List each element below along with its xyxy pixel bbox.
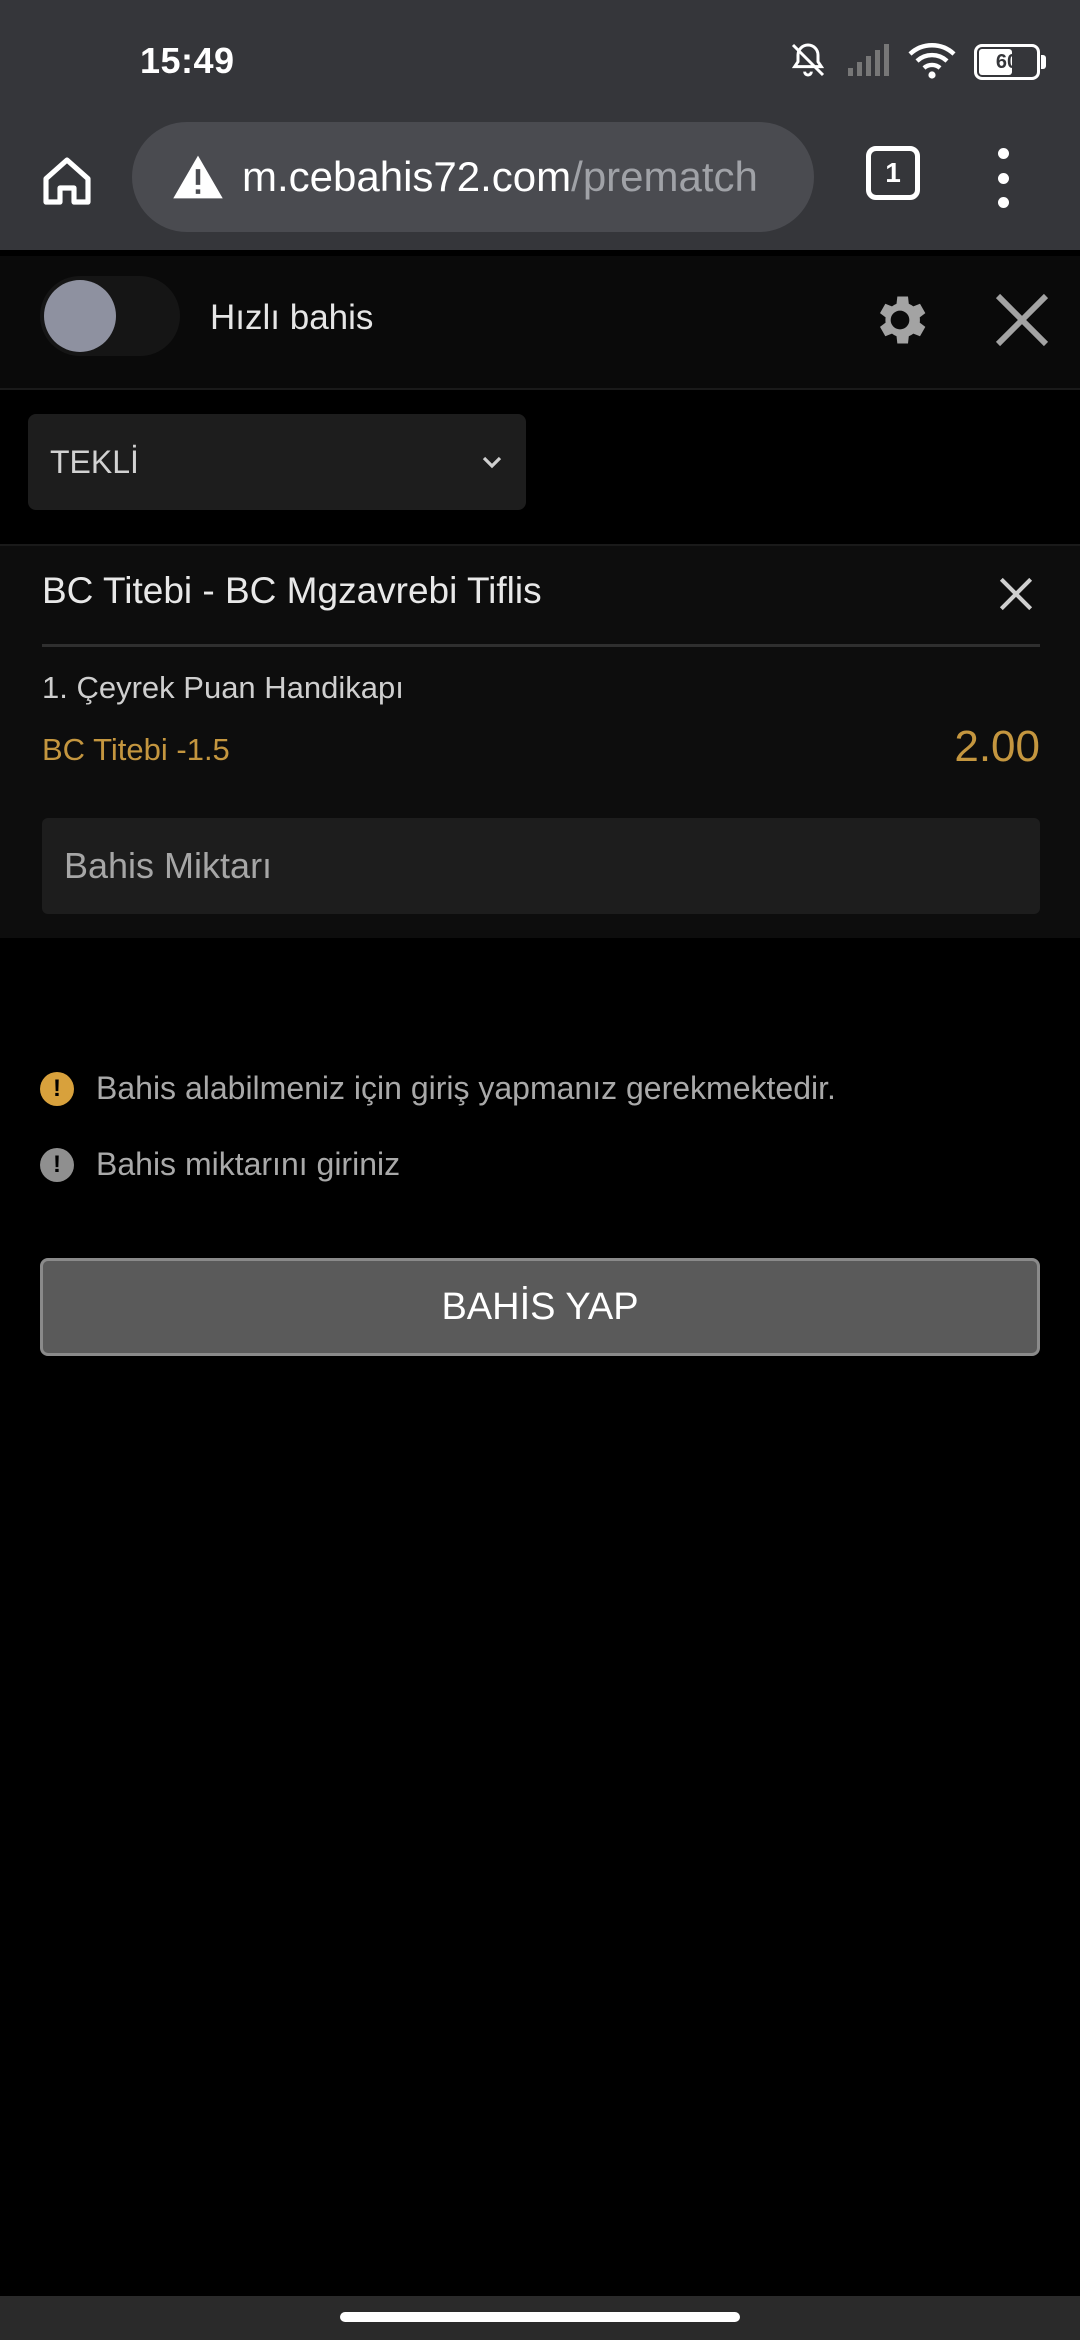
divider <box>42 644 1040 647</box>
tab-count: 1 <box>885 157 901 188</box>
enter-amount-message: ! Bahis miktarını giriniz <box>40 1146 400 1183</box>
quick-bet-label: Hızlı bahis <box>210 298 374 337</box>
home-gesture-handle[interactable] <box>340 2312 740 2322</box>
place-bet-button[interactable]: BAHİS YAP <box>40 1258 1040 1356</box>
login-required-message: ! Bahis alabilmeniz için giriş yapmanız … <box>40 1070 836 1107</box>
chevron-down-icon <box>476 446 508 478</box>
home-button[interactable] <box>30 144 104 218</box>
tabs-button[interactable]: 1 <box>866 146 920 200</box>
market-name: 1. Çeyrek Puan Handikapı <box>42 670 404 705</box>
status-icons: 60 <box>788 40 1046 85</box>
battery-icon: 60 <box>974 44 1046 80</box>
wifi-icon <box>908 40 956 85</box>
betslip-header: Hızlı bahis <box>0 256 1080 390</box>
home-icon <box>43 157 91 205</box>
login-required-text: Bahis alabilmeniz için giriş yapmanız ge… <box>96 1070 836 1106</box>
info-circle-icon: ! <box>40 1147 74 1182</box>
remove-bet-close-icon[interactable] <box>994 572 1042 620</box>
stake-input[interactable] <box>42 818 1040 914</box>
url-path: /prematch <box>571 153 758 200</box>
quick-bet-toggle[interactable] <box>40 276 180 356</box>
more-vert-icon[interactable] <box>986 148 1020 208</box>
bet-type-select[interactable]: TEKLİ <box>28 414 526 510</box>
warning-circle-icon: ! <box>40 1071 74 1106</box>
gesture-nav-bar <box>0 2296 1080 2340</box>
bet-type-value: TEKLİ <box>50 444 139 480</box>
url-text[interactable]: m.cebahis72.com/prematch <box>242 153 814 201</box>
odds-value: 2.00 <box>954 722 1040 771</box>
warning-icon[interactable] <box>170 149 226 205</box>
close-icon[interactable] <box>990 288 1054 352</box>
gear-icon[interactable] <box>868 288 932 352</box>
match-title: BC Titebi - BC Mgzavrebi Tiflis <box>42 570 542 611</box>
signal-icon <box>846 42 890 83</box>
browser-toolbar: m.cebahis72.com/prematch 1 <box>0 122 1080 250</box>
battery-level: 60 <box>995 50 1019 73</box>
enter-amount-text: Bahis miktarını giriniz <box>96 1146 401 1182</box>
bet-card: BC Titebi - BC Mgzavrebi Tiflis 1. Çeyre… <box>0 544 1080 938</box>
url-host: m.cebahis72.com <box>242 153 572 200</box>
address-bar[interactable]: m.cebahis72.com/prematch <box>132 122 814 232</box>
status-time: 15:49 <box>140 40 235 81</box>
toggle-knob <box>44 280 116 352</box>
bell-muted-icon <box>788 40 828 85</box>
selection-name: BC Titebi -1.5 <box>42 732 230 767</box>
status-bar: 15:49 60 <box>0 0 1080 126</box>
